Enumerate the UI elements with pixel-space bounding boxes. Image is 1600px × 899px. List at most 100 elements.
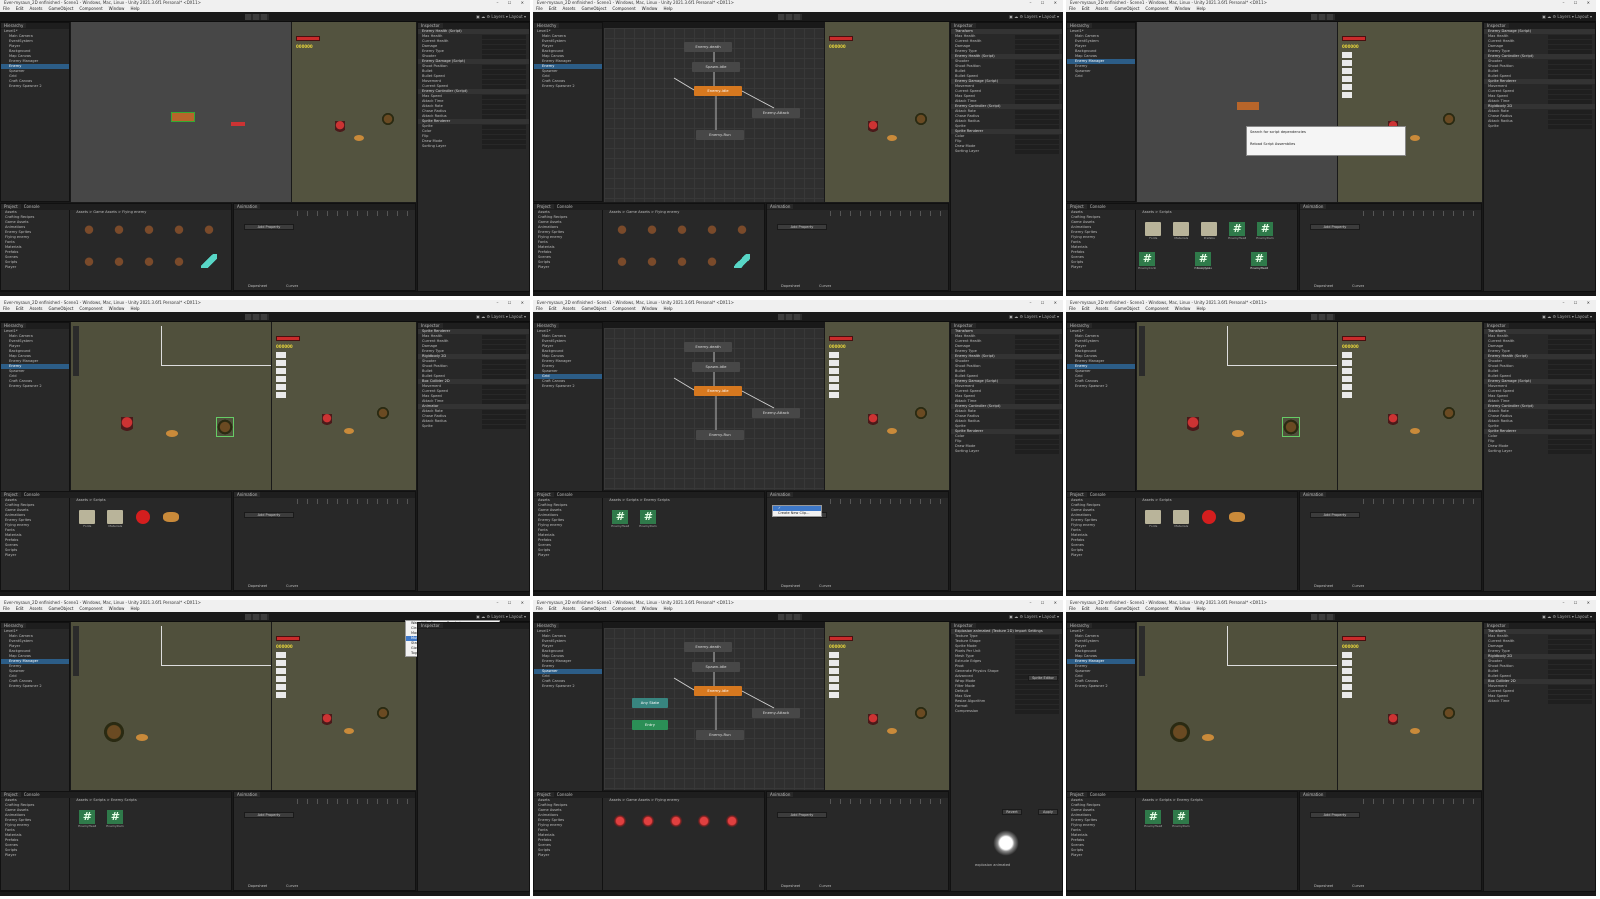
- tab-project[interactable]: Project: [1, 792, 21, 797]
- inventory-slot[interactable]: [276, 652, 286, 658]
- sprite-asset[interactable]: [1200, 510, 1218, 532]
- tab-hierarchy[interactable]: Hierarchy: [534, 23, 560, 28]
- tab-project[interactable]: Project: [534, 792, 554, 797]
- pause-button[interactable]: [1319, 614, 1325, 620]
- inspector-field-value[interactable]: [1014, 39, 1059, 44]
- sprite-asset[interactable]: [80, 254, 98, 276]
- import-setting-value[interactable]: [1014, 699, 1059, 704]
- inspector-field-value[interactable]: [1014, 44, 1059, 49]
- menu-item-file[interactable]: File: [533, 6, 546, 11]
- inspector-field-value[interactable]: [481, 424, 526, 429]
- inventory-slot[interactable]: [276, 376, 286, 382]
- menu-item-assets[interactable]: Assets: [559, 606, 578, 611]
- menu-item-gameobject[interactable]: GameObject: [1111, 306, 1142, 311]
- animator-transition-arrow[interactable]: [741, 690, 775, 709]
- script-dependency-dialog[interactable]: Search for script dependencies Reload Scr…: [1246, 126, 1406, 156]
- tab-inspector[interactable]: Inspector: [951, 323, 976, 328]
- inspector-field-value[interactable]: [481, 129, 526, 134]
- menu-item-assets[interactable]: Assets: [559, 6, 578, 11]
- inspector-field-value[interactable]: [1014, 399, 1059, 404]
- inspector-field-value[interactable]: [1547, 449, 1592, 454]
- menu-item-help[interactable]: Help: [660, 606, 675, 611]
- curves-tab[interactable]: Curves: [282, 884, 298, 889]
- inspector-field-value[interactable]: [481, 399, 526, 404]
- play-controls[interactable]: [778, 614, 802, 620]
- menu-item-help[interactable]: Help: [127, 606, 142, 611]
- inspector-field-value[interactable]: [1014, 349, 1059, 354]
- project-breadcrumb[interactable]: Assets > Scripts > Enemy Scripts: [1138, 798, 1297, 803]
- menu-item-file[interactable]: File: [0, 306, 13, 311]
- sprite-asset[interactable]: [1228, 510, 1246, 532]
- script-asset[interactable]: #EnemyDamage: [1250, 252, 1268, 274]
- inventory-slot[interactable]: [276, 352, 286, 358]
- menu-item-component[interactable]: Component: [76, 6, 105, 11]
- curves-tab[interactable]: Curves: [1348, 584, 1364, 589]
- inventory-slot[interactable]: [829, 360, 839, 366]
- inspector-field-value[interactable]: [1547, 689, 1592, 694]
- project-breadcrumb[interactable]: Assets > Scripts: [1138, 498, 1297, 503]
- menu-item-window[interactable]: Window: [106, 606, 128, 611]
- inventory-slot[interactable]: [829, 684, 839, 690]
- tab-inspector[interactable]: Inspector: [951, 623, 976, 628]
- inventory-slot[interactable]: [1342, 92, 1352, 98]
- game-view[interactable]: 000000: [1338, 622, 1482, 790]
- inspector-field-value[interactable]: [481, 79, 526, 84]
- folder-asset[interactable]: Materials: [1172, 222, 1190, 244]
- inspector-field-value[interactable]: [1014, 139, 1059, 144]
- hierarchy-item[interactable]: Enemy Spawner 2: [534, 384, 602, 389]
- inspector-field-value[interactable]: [1014, 89, 1059, 94]
- curves-tab[interactable]: Curves: [815, 284, 831, 289]
- menu-item-edit[interactable]: Edit: [546, 606, 560, 611]
- inventory-slot[interactable]: [1342, 360, 1352, 366]
- scene-view[interactable]: [1137, 322, 1337, 490]
- project-breadcrumb[interactable]: Assets > Scripts > Enemy Scripts: [72, 798, 231, 803]
- inventory-slot[interactable]: [1342, 60, 1352, 66]
- inspector-field-value[interactable]: [481, 359, 526, 364]
- tab-inspector[interactable]: Inspector: [1484, 323, 1509, 328]
- inspector-field-value[interactable]: [481, 94, 526, 99]
- layout-dropdown[interactable]: ▣ ☁ ⚙ Layers ▾ Layout ▾: [476, 614, 526, 619]
- tab-project[interactable]: Project: [534, 492, 554, 497]
- play-button[interactable]: [1311, 614, 1317, 620]
- inventory-slot[interactable]: [1342, 52, 1352, 58]
- step-button[interactable]: [261, 614, 267, 620]
- tab-inspector[interactable]: Inspector: [1484, 23, 1509, 28]
- scene-view[interactable]: [1137, 622, 1337, 790]
- dopesheet-tab[interactable]: Dopesheet: [244, 884, 267, 889]
- pause-button[interactable]: [1319, 14, 1325, 20]
- enemy-gizmo[interactable]: [1237, 102, 1259, 110]
- project-folder[interactable]: Player: [1, 853, 69, 858]
- tab-inspector[interactable]: Inspector: [951, 23, 976, 28]
- animator-graph[interactable]: Enemy-death Spawn-idle Enemy-idle Enemy-Att…: [604, 28, 824, 202]
- sprite-asset[interactable]: [140, 222, 158, 244]
- explosion-sprite-asset[interactable]: [695, 814, 713, 836]
- play-controls[interactable]: [1311, 614, 1335, 620]
- inspector-field-value[interactable]: [481, 419, 526, 424]
- game-view[interactable]: 000000: [825, 22, 949, 202]
- tab-project[interactable]: Project: [1, 204, 21, 209]
- inventory-slot[interactable]: [276, 368, 286, 374]
- sprite-asset[interactable]: [170, 222, 188, 244]
- tab-inspector[interactable]: Inspector: [418, 23, 443, 28]
- sprite-asset[interactable]: [80, 222, 98, 244]
- menu-item-window[interactable]: Window: [106, 6, 128, 11]
- sprite-asset[interactable]: [643, 254, 661, 276]
- animator-transition-arrow[interactable]: [673, 377, 695, 391]
- curves-tab[interactable]: Curves: [815, 884, 831, 889]
- inventory-slot[interactable]: [829, 376, 839, 382]
- spawner-gizmo[interactable]: [231, 122, 245, 126]
- animator-transition-arrow[interactable]: [741, 90, 775, 109]
- tab-project[interactable]: Project: [1, 492, 21, 497]
- tab-console[interactable]: Console: [1087, 204, 1109, 209]
- inspector-field-value[interactable]: [1014, 384, 1059, 389]
- curves-tab[interactable]: Curves: [1348, 884, 1364, 889]
- inspector-field-value[interactable]: [1547, 74, 1592, 79]
- menu-item-assets[interactable]: Assets: [1092, 306, 1111, 311]
- hierarchy-item[interactable]: Enemy Spawner 2: [1, 384, 69, 389]
- folder-asset[interactable]: Materials: [106, 510, 124, 532]
- inspector-field-value[interactable]: [1014, 334, 1059, 339]
- tab-console[interactable]: Console: [1087, 492, 1109, 497]
- pause-button[interactable]: [786, 314, 792, 320]
- sprite-asset[interactable]: [110, 254, 128, 276]
- apply-button[interactable]: Apply: [1038, 809, 1058, 815]
